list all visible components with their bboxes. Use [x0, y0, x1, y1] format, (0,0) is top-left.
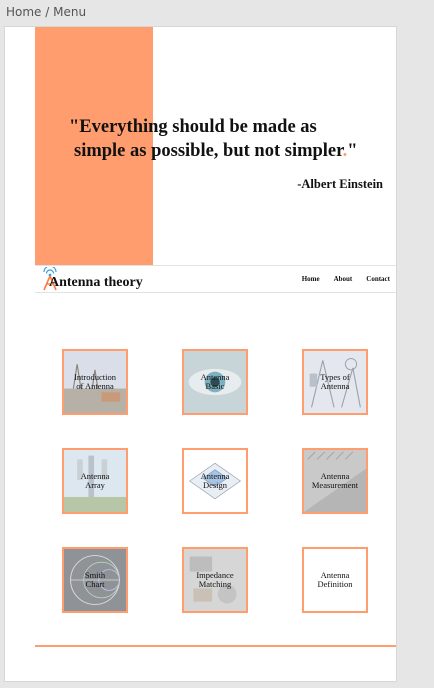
tile-label-line2: Definition — [317, 579, 353, 589]
tile-label-line2: Measurement — [311, 480, 359, 490]
tile-antenna-basic[interactable]: Antenna Basic — [182, 349, 248, 415]
tile-label-line2: Matching — [198, 579, 232, 589]
app-frame: "Everything should be made as simple as … — [4, 26, 397, 682]
hero-quote: "Everything should be made as simple as … — [69, 115, 389, 163]
tile-antenna-array[interactable]: Antenna Array — [62, 448, 128, 514]
tile-label: Antenna Definition — [304, 549, 366, 611]
quote-close: " — [347, 141, 358, 161]
tile-label: Types of Antenna — [304, 351, 366, 413]
tile-label-line2: Basic — [205, 381, 225, 391]
tile-label-line1: Antenna — [200, 371, 230, 382]
tile-antenna-measurement[interactable]: Antenna Measurement — [302, 448, 368, 514]
tile-label-line2: of Antenna — [76, 381, 114, 391]
tile-antenna-definition[interactable]: Antenna Definition — [302, 547, 368, 613]
tile-label-line1: Impedance — [196, 569, 234, 580]
tile-label: Antenna Design — [184, 450, 246, 512]
hero-section: "Everything should be made as simple as … — [35, 27, 396, 265]
tile-introduction[interactable]: Introduction of Antenna — [62, 349, 128, 415]
tile-label: Introduction of Antenna — [64, 351, 126, 413]
tile-label-line2: Antenna — [320, 381, 350, 391]
footer-divider — [35, 645, 396, 647]
tile-label-line2: Chart — [85, 579, 105, 589]
tile-types-of-antenna[interactable]: Types of Antenna — [302, 349, 368, 415]
nav-link-home[interactable]: Home — [302, 275, 320, 283]
tile-label-line1: Antenna — [320, 470, 350, 481]
tile-label-line2: Array — [85, 480, 105, 490]
quote-author: -Albert Einstein — [297, 177, 383, 191]
tile-label: Antenna Array — [64, 450, 126, 512]
tile-label-line1: Antenna — [320, 569, 350, 580]
quote-line-2-text: simple as possible, but not simpler — [74, 141, 343, 161]
breadcrumb: Home / Menu — [6, 5, 87, 19]
nav-link-about[interactable]: About — [334, 275, 353, 283]
tile-label-line1: Antenna — [80, 470, 110, 481]
tile-label: Smith Chart — [64, 549, 126, 611]
tile-antenna-design[interactable]: Antenna Design — [182, 448, 248, 514]
tile-label: Impedance Matching — [184, 549, 246, 611]
navbar: Antenna theory Home About Contact — [35, 265, 396, 293]
menu-tiles: Introduction of Antenna Antenna Basic Type… — [35, 293, 396, 645]
tile-label-line1: Antenna — [200, 470, 230, 481]
tile-impedance-matching[interactable]: Impedance Matching — [182, 547, 248, 613]
nav-links: Home About Contact — [302, 275, 390, 283]
tile-smith-chart[interactable]: Smith Chart — [62, 547, 128, 613]
quote-line-1: "Everything should be made as — [69, 117, 317, 137]
tile-label-line2: Design — [202, 480, 228, 490]
tile-label: Antenna Basic — [184, 351, 246, 413]
tile-label-line1: Introduction — [73, 371, 117, 382]
tile-label-line1: Smith — [84, 569, 106, 580]
nav-link-contact[interactable]: Contact — [366, 275, 390, 283]
brand-name[interactable]: Antenna theory — [49, 275, 143, 291]
quote-line-2: simple as possible, but not simpler." — [69, 139, 389, 163]
tile-label: Antenna Measurement — [304, 450, 366, 512]
tile-label-line1: Types of — [320, 371, 350, 382]
